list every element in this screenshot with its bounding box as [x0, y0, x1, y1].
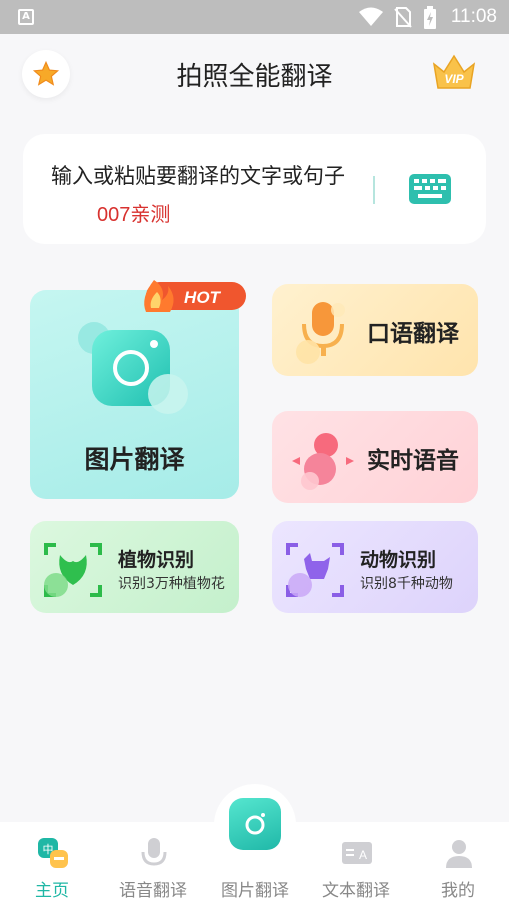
plant-recognition-card[interactable]: 植物识别 识别3万种植物花	[30, 521, 239, 613]
animal-recognition-sub: 识别8千种动物	[360, 576, 453, 592]
tab-text-translate-label: 文本翻译	[322, 881, 390, 901]
clock: 11:08	[450, 6, 497, 27]
oral-translate-card[interactable]: 口语翻译	[272, 284, 478, 376]
camera-tab-icon	[245, 813, 265, 835]
keyboard-icon[interactable]	[409, 174, 451, 204]
microphone-icon	[296, 302, 345, 364]
hot-badge: HOT	[144, 280, 246, 312]
wifi-icon	[359, 7, 383, 26]
profile-icon	[446, 840, 472, 868]
text-input-placeholder: 输入或粘贴要翻译的文字或句子	[51, 164, 345, 188]
status-bar: A 11:08	[0, 0, 509, 34]
tab-photo-translate[interactable]	[229, 798, 281, 850]
chat-bubbles-icon	[292, 433, 354, 490]
oral-translate-label: 口语翻译	[367, 321, 459, 347]
tab-voice-translate-label: 语音翻译	[119, 881, 187, 901]
photo-translate-label: 图片翻译	[84, 445, 185, 474]
app-notification-icon: A	[18, 9, 34, 25]
vip-button[interactable]: VIP	[430, 52, 478, 94]
tab-home[interactable]: 中 主页	[2, 822, 102, 906]
realtime-voice-label: 实时语音	[367, 448, 459, 474]
tab-profile[interactable]: 我的	[408, 822, 508, 906]
app-header: 拍照全能翻译 VIP	[0, 34, 509, 114]
animal-recognition-label: 动物识别	[360, 549, 437, 571]
plant-recognition-sub: 识别3万种植物花	[118, 576, 225, 592]
home-translate-icon: 中	[38, 838, 68, 868]
text-input-card[interactable]: 输入或粘贴要翻译的文字或句子 007亲测	[23, 134, 486, 244]
vip-crown-icon: VIP	[432, 54, 476, 89]
hot-label: HOT	[184, 288, 222, 307]
tab-home-label: 主页	[35, 881, 69, 901]
input-tag: 007亲测	[97, 204, 171, 226]
realtime-voice-card[interactable]: 实时语音	[272, 411, 478, 503]
camera-icon	[78, 322, 188, 414]
tab-profile-label: 我的	[441, 881, 475, 901]
animal-recognition-card[interactable]: 动物识别 识别8千种动物	[272, 521, 478, 613]
tab-text-translate[interactable]: A 文本翻译	[306, 822, 406, 906]
plant-recognition-label: 植物识别	[118, 549, 195, 571]
animal-scan-icon	[286, 543, 344, 597]
photo-translate-card[interactable]: 图片翻译	[30, 290, 239, 499]
battery-charging-icon	[424, 6, 436, 29]
tab-photo-translate-label: 图片翻译	[221, 881, 289, 901]
svg-text:A: A	[359, 848, 367, 862]
plant-scan-icon	[44, 543, 102, 597]
tab-voice-translate[interactable]: 语音翻译	[103, 822, 203, 906]
no-sim-icon	[394, 7, 412, 28]
vip-label: VIP	[444, 72, 464, 86]
text-translate-tab-icon: A	[342, 842, 372, 864]
microphone-tab-icon	[141, 838, 167, 866]
input-divider	[373, 176, 375, 204]
